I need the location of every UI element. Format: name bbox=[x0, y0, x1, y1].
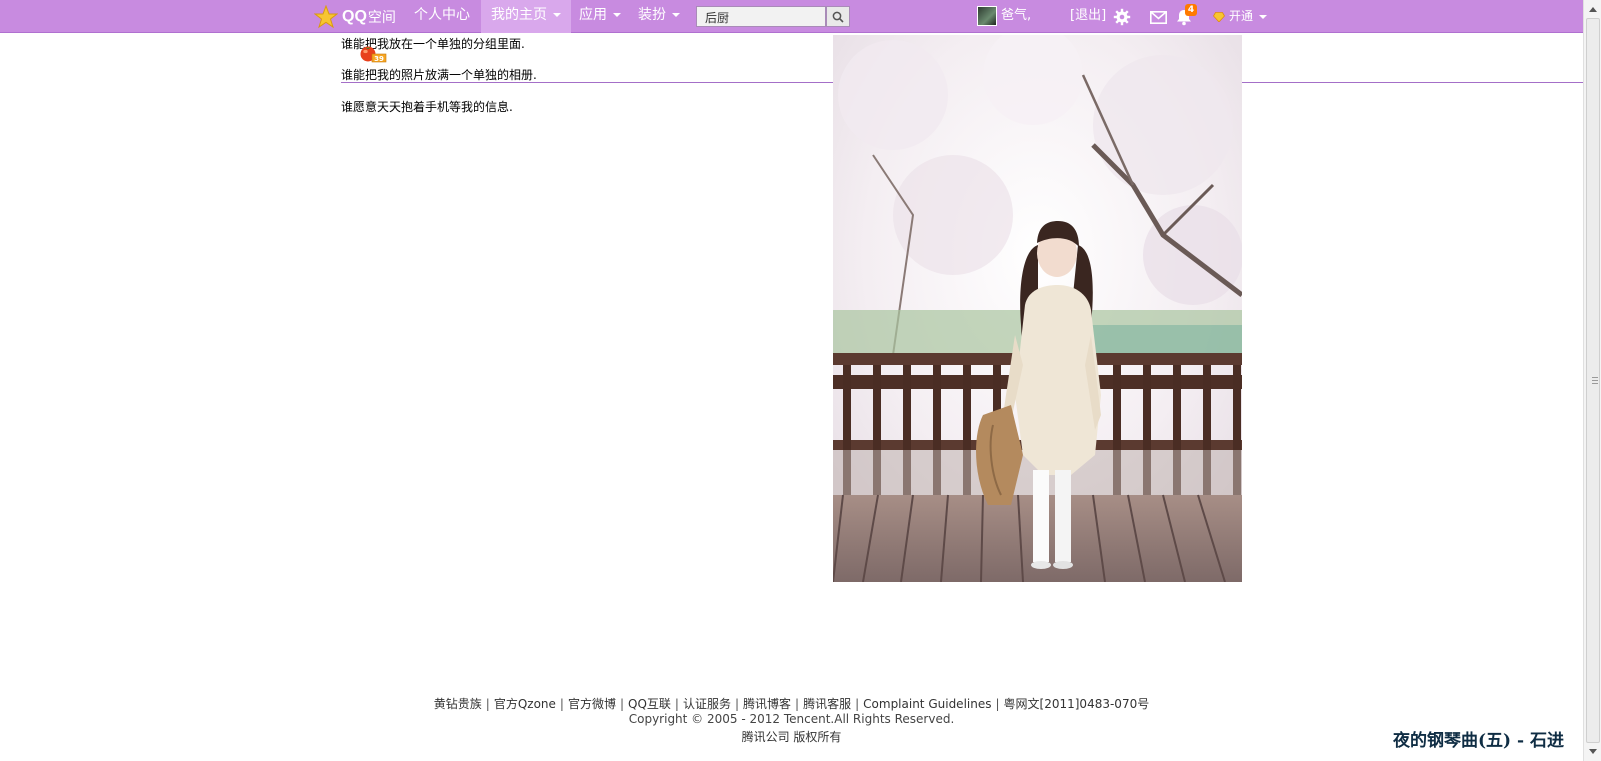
logo-qq-text: QQ bbox=[342, 7, 367, 25]
footer-link[interactable]: 官方微博 bbox=[568, 697, 616, 711]
nav-label: 我的主页 bbox=[491, 7, 547, 23]
footer-link[interactable]: 认证服务 bbox=[683, 697, 731, 711]
footer-link[interactable]: 腾讯博客 bbox=[743, 697, 791, 711]
text-line: 谁愿意天天抱着手机等我的信息. bbox=[341, 100, 513, 114]
nav-label: 个人中心 bbox=[414, 7, 470, 23]
tomato-sticker-icon: 39 bbox=[360, 46, 387, 63]
nav-decorate[interactable]: 装扮 bbox=[628, 0, 690, 33]
copyright-text: Copyright © 2005 - 2012 Tencent.All Righ… bbox=[628, 712, 955, 726]
search-button[interactable] bbox=[826, 6, 850, 27]
sticker-number: 39 bbox=[374, 55, 384, 63]
notification-count-badge: 4 bbox=[1185, 4, 1197, 16]
scrollbar-thumb[interactable] bbox=[1586, 18, 1600, 743]
footer-link[interactable]: 腾讯客服 bbox=[803, 697, 851, 711]
chevron-down-icon bbox=[1589, 749, 1597, 754]
nav-apps[interactable]: 应用 bbox=[569, 0, 631, 33]
footer-link[interactable]: QQ互联 bbox=[628, 697, 671, 711]
vertical-scrollbar[interactable] bbox=[1583, 0, 1601, 761]
nav-label: 应用 bbox=[579, 7, 607, 23]
text-line: 谁能把我的照片放满一个单独的相册. bbox=[341, 68, 537, 82]
mail-button[interactable] bbox=[1148, 7, 1168, 27]
open-vip-menu[interactable]: 开通 bbox=[1213, 0, 1268, 33]
girl-under-cherry-blossoms-photo bbox=[833, 35, 1242, 582]
chevron-down-icon bbox=[1259, 14, 1268, 19]
nav-my-homepage[interactable]: 我的主页 bbox=[481, 0, 571, 33]
search-field[interactable] bbox=[696, 6, 826, 27]
footer-link[interactable]: 官方Qzone bbox=[494, 697, 556, 711]
search-icon bbox=[832, 11, 844, 23]
logout-link[interactable]: [退出] bbox=[1070, 0, 1106, 33]
user-name[interactable]: 爸气, bbox=[1001, 0, 1031, 33]
chevron-down-icon bbox=[553, 13, 561, 17]
chevron-up-icon bbox=[1589, 7, 1597, 12]
top-navigation-bar: QQ 空间 个人中心 我的主页 应用 装扮 爸气, [退出] bbox=[0, 0, 1583, 33]
settings-button[interactable] bbox=[1112, 7, 1132, 27]
search-input[interactable] bbox=[697, 8, 825, 27]
footer-links: 黄钻贵族 | 官方Qzone | 官方微博 | QQ互联 | 认证服务 | 腾讯博客 | 腾讯客服 | Co… bbox=[433, 697, 1150, 711]
footer-link[interactable]: 粤网文[2011]0483-070号 bbox=[1004, 697, 1150, 711]
chevron-down-icon bbox=[672, 13, 680, 17]
photo-image bbox=[833, 35, 1242, 582]
chevron-down-icon bbox=[613, 13, 621, 17]
rights-text: 腾讯公司 版权所有 bbox=[741, 730, 842, 744]
music-player-title[interactable]: 夜的钢琴曲(五) - 石进 bbox=[1393, 726, 1564, 751]
scroll-down-button[interactable] bbox=[1585, 744, 1601, 760]
gear-icon bbox=[1113, 8, 1131, 26]
star-logo-icon bbox=[314, 4, 338, 28]
footer-link[interactable]: 黄钻贵族 bbox=[434, 697, 482, 711]
mail-icon bbox=[1149, 10, 1167, 24]
nav-label: 装扮 bbox=[638, 7, 666, 23]
vip-label: 开通 bbox=[1229, 9, 1254, 23]
yellow-diamond-icon bbox=[1213, 11, 1225, 22]
qzone-logo[interactable]: QQ 空间 bbox=[314, 3, 396, 30]
footer-link[interactable]: Complaint Guidelines bbox=[863, 697, 991, 711]
scroll-up-button[interactable] bbox=[1585, 1, 1601, 17]
nav-personal-center[interactable]: 个人中心 bbox=[404, 0, 480, 33]
avatar[interactable] bbox=[977, 6, 997, 26]
logo-kongjian-text: 空间 bbox=[367, 9, 396, 26]
